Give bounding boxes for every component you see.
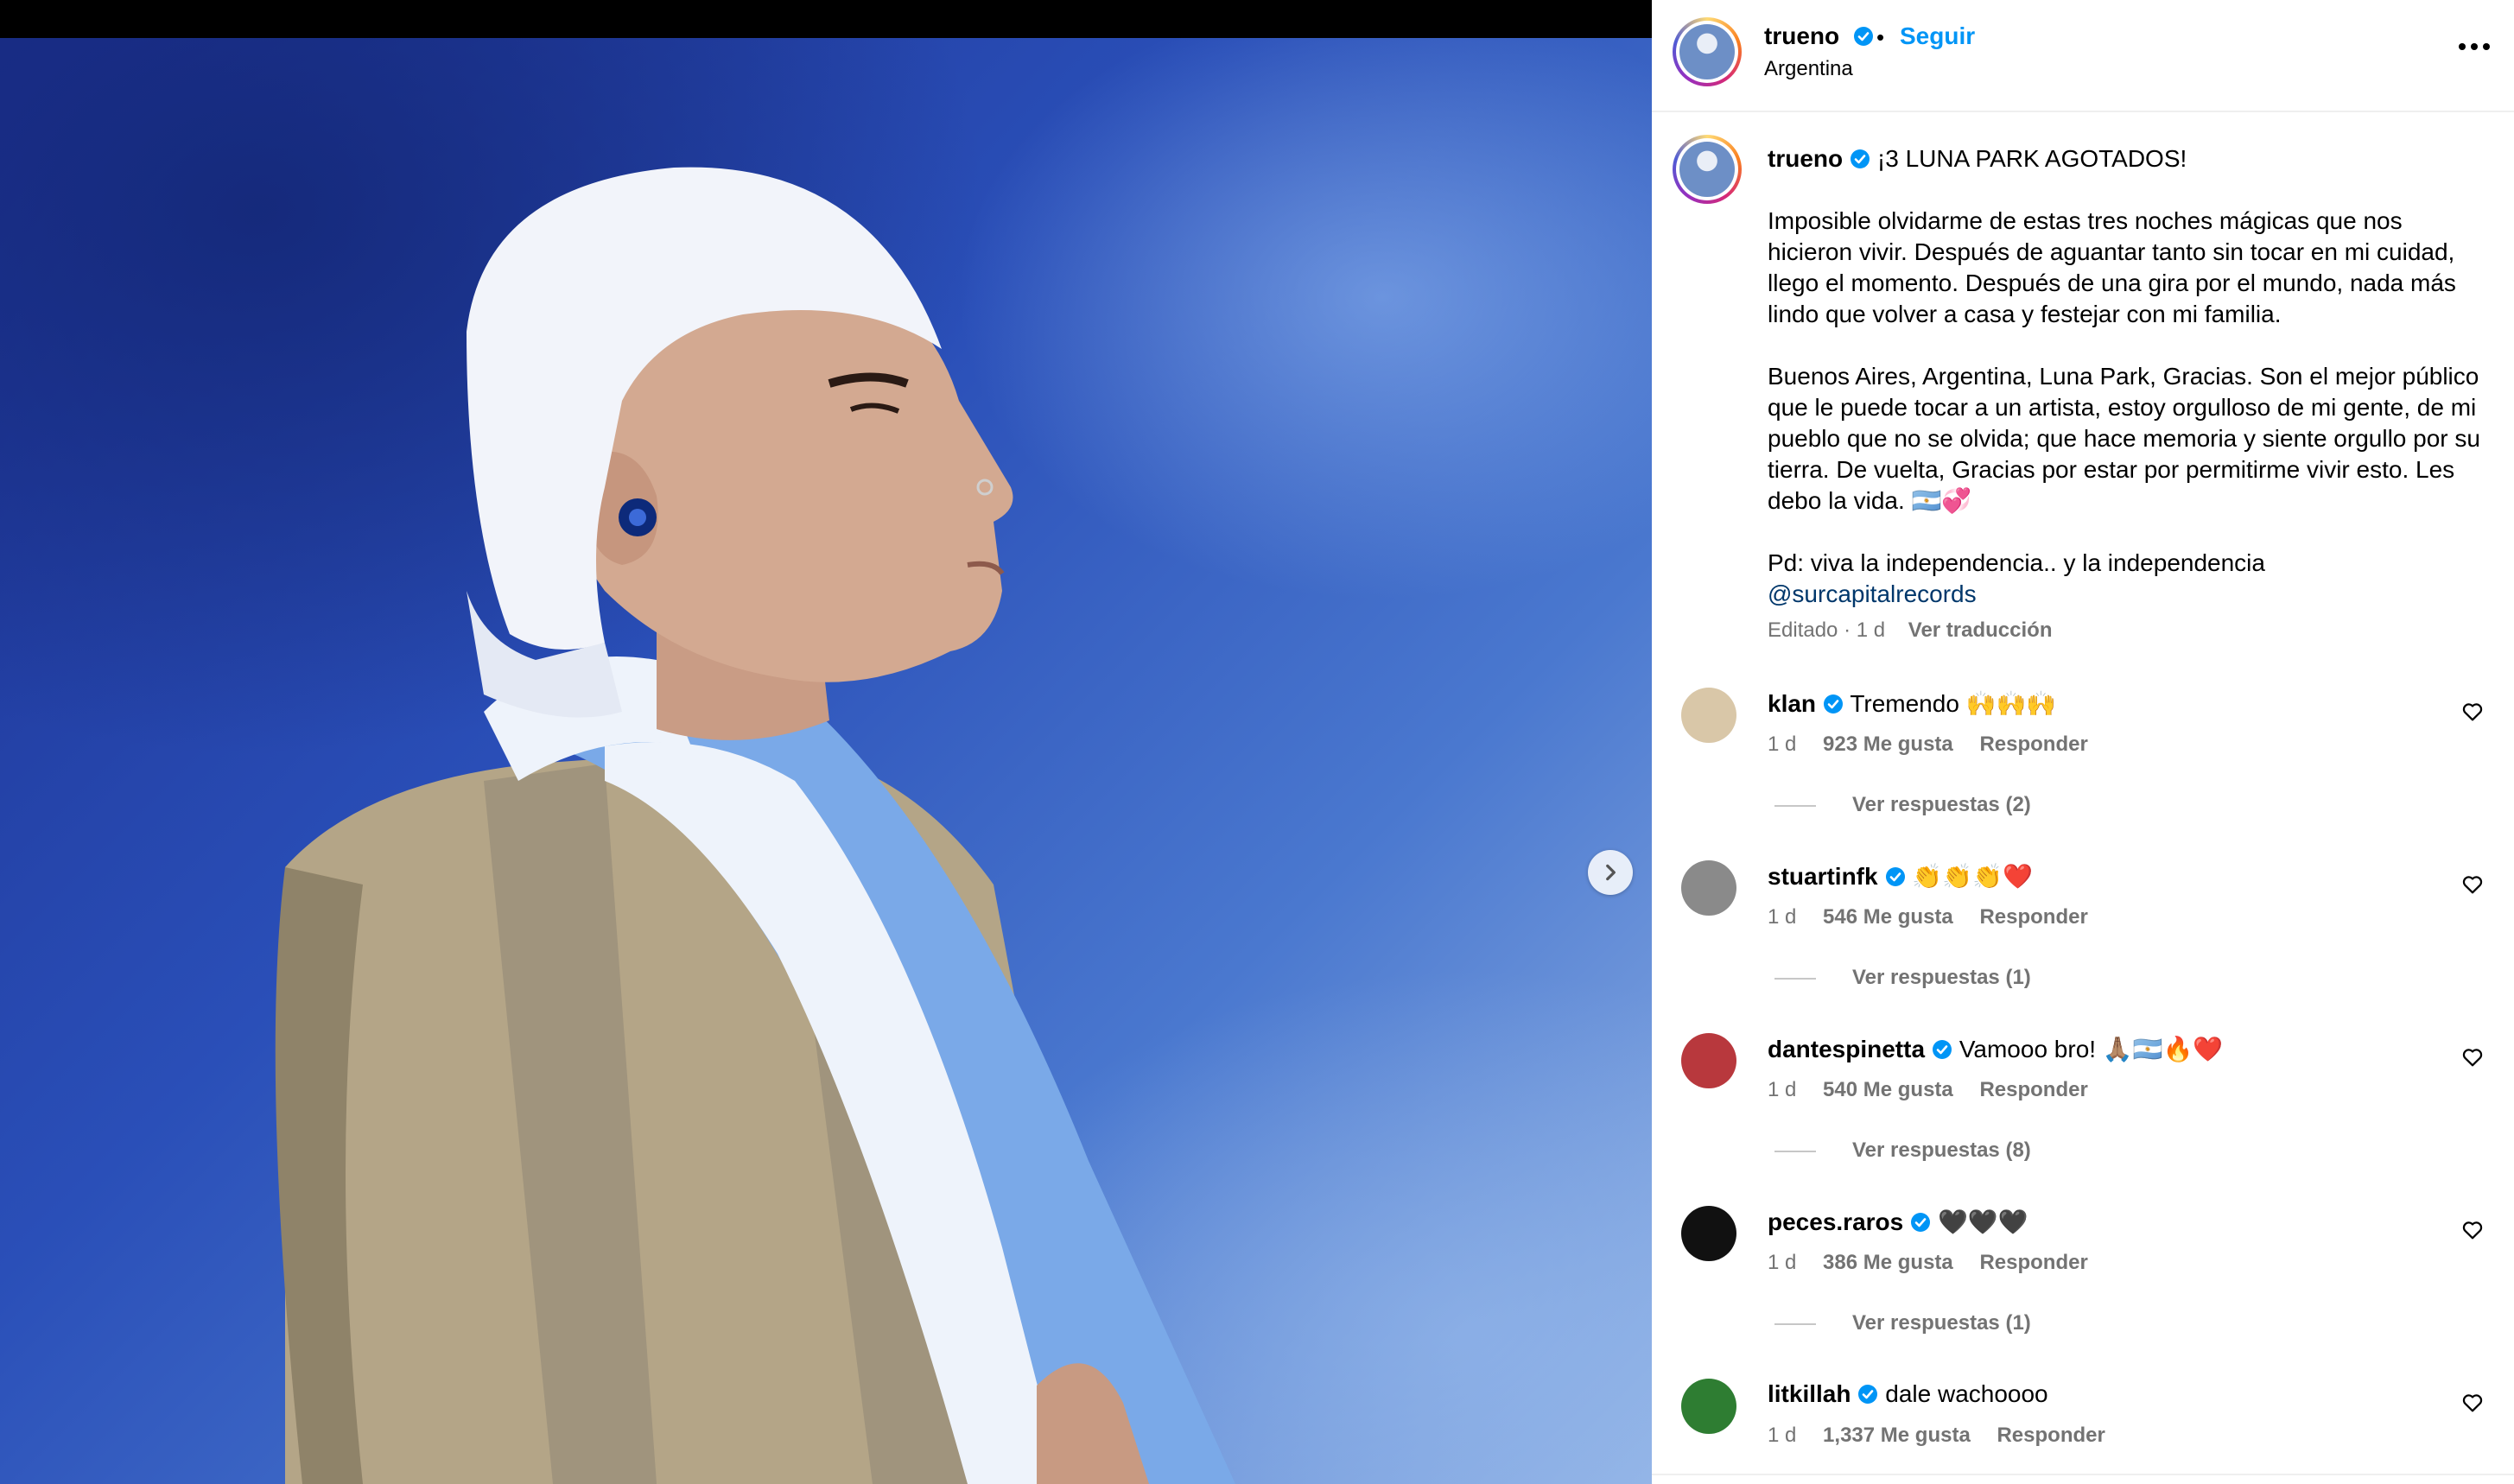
verified-badge-icon [1911,1213,1931,1232]
comment-text: Tremendo 🙌🙌🙌 [1850,690,2057,717]
commenter-avatar[interactable] [1681,1379,1736,1434]
heart-icon[interactable] [2460,1045,2485,1069]
follow-button[interactable]: Seguir [1900,22,1975,50]
author-avatar[interactable] [1673,17,1742,86]
commenter-username[interactable]: klan [1768,690,1816,717]
comment-text: 🖤🖤🖤 [1938,1208,2028,1235]
reply-button[interactable]: Responder [1997,1424,2105,1447]
caption-username[interactable]: trueno [1768,145,1843,172]
view-replies-button[interactable]: Ver respuestas (1) [1774,966,2031,990]
reply-button[interactable]: Responder [1979,1078,2087,1101]
header-separator: • [1876,24,1885,50]
verified-badge-icon [1853,27,1873,46]
caption-headline: ¡3 LUNA PARK AGOTADOS! [1876,145,2187,172]
more-horizontal-icon[interactable] [2455,38,2493,55]
comment-text: dale wachoooo [1885,1380,2048,1407]
comment-meta: 1 d 546 Me gusta Responder [1768,905,2109,929]
photo-illustration [275,167,1235,1484]
post-photo[interactable] [0,38,1652,1484]
post-media [0,0,1652,1484]
commenter-username[interactable]: litkillah [1768,1380,1851,1407]
comment-item: litkillah dale wachoooo 1 d 1,337 Me gus… [1652,1379,2514,1474]
heart-icon[interactable] [2460,1218,2485,1242]
comment-text: Vamooo bro! 🙏🏽🇦🇷🔥❤️ [1959,1036,2224,1062]
comment-body: peces.raros 🖤🖤🖤 [1768,1208,2028,1236]
author-username-text[interactable]: trueno [1764,22,1839,49]
heart-icon[interactable] [2460,872,2485,897]
comment-item: dantespinetta Vamooo bro! 🙏🏽🇦🇷🔥❤️ 1 d 54… [1652,1033,2514,1206]
heart-icon[interactable] [2460,700,2485,724]
caption-paragraph-3: Pd: viva la independencia.. y la indepen… [1768,549,2265,576]
caption-text: trueno ¡3 LUNA PARK AGOTADOS! Imposible … [1768,143,2485,610]
comment-likes[interactable]: 386 Me gusta [1823,1251,1953,1274]
verified-badge-icon [1851,149,1870,168]
author-username[interactable]: trueno [1764,22,1874,50]
comment-time: 1 d [1768,1078,1797,1101]
comment-item: stuartinfk 👏👏👏❤️ 1 d 546 Me gusta Respon… [1652,860,2514,1033]
comment-likes[interactable]: 923 Me gusta [1823,732,1953,756]
comment-likes[interactable]: 546 Me gusta [1823,905,1953,929]
caption-edited-time: Editado · 1 d [1768,618,1886,642]
reply-button[interactable]: Responder [1979,905,2087,929]
comment-meta: 1 d 540 Me gusta Responder [1768,1078,2109,1102]
comment-body: dantespinetta Vamooo bro! 🙏🏽🇦🇷🔥❤️ [1768,1035,2223,1063]
verified-badge-icon [1885,867,1905,886]
comment-meta: 1 d 1,337 Me gusta Responder [1768,1424,2126,1448]
view-replies-button[interactable]: Ver respuestas (2) [1774,793,2031,817]
caption-paragraph-1: Imposible olvidarme de estas tres noches… [1768,207,2456,327]
chevron-right-icon [1606,864,1616,881]
commenter-username[interactable]: stuartinfk [1768,863,1878,890]
post-location[interactable]: Argentina [1764,57,1853,81]
caption-avatar[interactable] [1673,135,1742,204]
verified-badge-icon [1933,1040,1952,1059]
media-top-bar [0,0,1652,38]
translate-button[interactable]: Ver traducción [1908,618,2053,642]
caption-paragraph-2: Buenos Aires, Argentina, Luna Park, Grac… [1768,363,2480,514]
comment-meta: 1 d 923 Me gusta Responder [1768,732,2109,757]
view-replies-button[interactable]: Ver respuestas (8) [1774,1138,2031,1163]
next-photo-button[interactable] [1588,850,1633,895]
post-details: trueno • Seguir Argentina trueno ¡3 LUNA… [1652,0,2514,1484]
commenter-avatar[interactable] [1681,688,1736,743]
verified-badge-icon [1824,694,1844,713]
commenter-avatar[interactable] [1681,1206,1736,1261]
comment-text: 👏👏👏❤️ [1912,863,2033,890]
comment-item: klan Tremendo 🙌🙌🙌 1 d 923 Me gusta Respo… [1652,688,2514,860]
comment-body: litkillah dale wachoooo [1768,1380,2048,1408]
comment-item: peces.raros 🖤🖤🖤 1 d 386 Me gusta Respond… [1652,1206,2514,1379]
comment-body: stuartinfk 👏👏👏❤️ [1768,862,2033,891]
comment-likes[interactable]: 1,337 Me gusta [1823,1424,1971,1447]
caption-meta: Editado · 1 d Ver traducción [1768,618,2053,643]
commenter-avatar[interactable] [1681,860,1736,916]
commenter-username[interactable]: dantespinetta [1768,1036,1925,1062]
reply-button[interactable]: Responder [1979,1251,2087,1274]
heart-icon[interactable] [2460,1391,2485,1415]
divider [1652,1474,2514,1475]
comment-body: klan Tremendo 🙌🙌🙌 [1768,689,2056,718]
verified-badge-icon [1858,1385,1878,1404]
comment-meta: 1 d 386 Me gusta Responder [1768,1251,2109,1275]
comment-time: 1 d [1768,1251,1797,1274]
post-header: trueno • Seguir Argentina [1652,0,2514,112]
caption-mention-link[interactable]: @surcapitalrecords [1768,579,2485,610]
comment-time: 1 d [1768,732,1797,756]
view-replies-button[interactable]: Ver respuestas (1) [1774,1311,2031,1335]
reply-button[interactable]: Responder [1979,732,2087,756]
commenter-avatar[interactable] [1681,1033,1736,1088]
commenter-username[interactable]: peces.raros [1768,1208,1903,1235]
comment-time: 1 d [1768,1424,1797,1447]
comment-time: 1 d [1768,905,1797,929]
comment-likes[interactable]: 540 Me gusta [1823,1078,1953,1101]
